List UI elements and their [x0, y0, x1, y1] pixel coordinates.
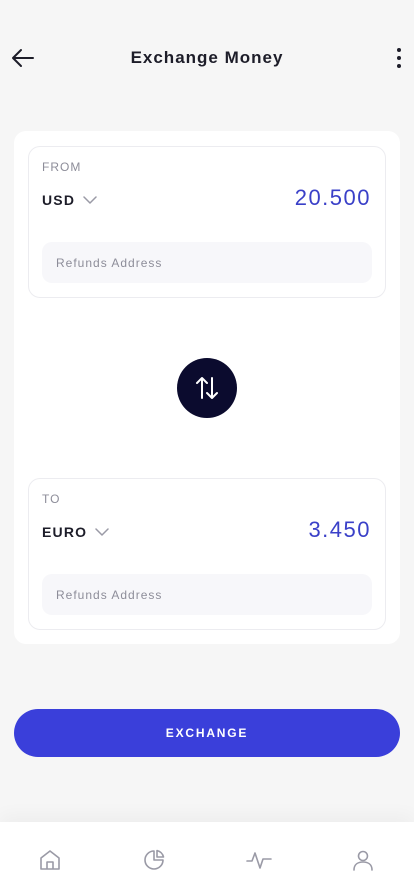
from-currency-code: USD [42, 192, 76, 208]
to-refund-address-input[interactable] [42, 574, 372, 615]
pie-chart-icon [144, 849, 165, 870]
activity-icon [246, 852, 272, 869]
to-currency-select[interactable]: EURO [42, 522, 109, 542]
chevron-down-icon [95, 528, 109, 536]
to-amount[interactable]: 3.450 [308, 517, 371, 543]
from-currency-select[interactable]: USD [42, 190, 97, 210]
user-icon [353, 850, 373, 871]
exchange-button[interactable]: EXCHANGE [14, 709, 400, 757]
tab-home[interactable] [36, 846, 64, 874]
tab-statistics[interactable] [140, 846, 168, 874]
from-amount[interactable]: 20.500 [295, 185, 371, 211]
bottom-tab-bar [0, 822, 414, 896]
to-currency-code: EURO [42, 524, 88, 540]
chevron-down-icon [83, 196, 97, 204]
from-panel: FROM USD 20.500 [28, 146, 386, 298]
to-panel: TO EURO 3.450 [28, 478, 386, 630]
from-label: FROM [42, 160, 82, 174]
more-vertical-icon [397, 48, 401, 52]
tab-profile[interactable] [349, 846, 377, 874]
header: Exchange Money [0, 0, 414, 116]
from-refund-address-input[interactable] [42, 242, 372, 283]
page-title: Exchange Money [130, 48, 284, 67]
tab-activity[interactable] [245, 846, 273, 874]
swap-button[interactable] [177, 358, 237, 418]
home-icon [40, 850, 60, 870]
to-label: TO [42, 492, 61, 506]
exchange-card: FROM USD 20.500 TO EURO 3.450 [14, 131, 400, 644]
swap-vertical-icon [196, 377, 218, 399]
more-options-button[interactable] [392, 44, 406, 72]
